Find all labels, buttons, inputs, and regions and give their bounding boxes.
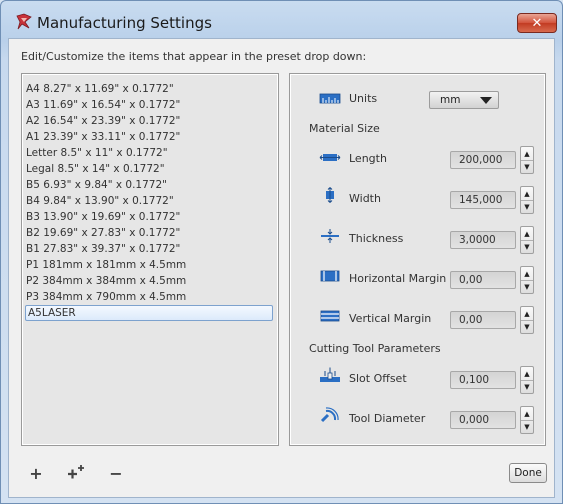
laser-cutter-icon	[15, 13, 33, 31]
thickness-field[interactable]: 3,0000	[450, 231, 516, 249]
increment-icon[interactable]: ▲	[521, 267, 533, 281]
horizontal-margin-stepper[interactable]: ▲ ▼	[520, 266, 534, 294]
length-field[interactable]: 200,000	[450, 151, 516, 169]
units-value: mm	[440, 94, 461, 106]
slot-offset-stepper[interactable]: ▲ ▼	[520, 366, 534, 394]
dialog-body: Edit/Customize the items that appear in …	[8, 38, 555, 498]
dialog-window: Manufacturing Settings ✕ Edit/Customize …	[0, 0, 563, 504]
settings-panel: Units mm Material Size Length 200,000 ▲ …	[289, 73, 546, 446]
vertical-margin-field[interactable]: 0,00	[450, 311, 516, 329]
chevron-down-icon	[480, 97, 492, 104]
material-size-heading: Material Size	[309, 122, 380, 135]
list-item[interactable]: Legal 8.5" x 14" x 0.1772"	[26, 162, 165, 177]
close-icon: ✕	[531, 15, 543, 31]
horizontal-margin-field[interactable]: 0,00	[450, 271, 516, 289]
preset-list[interactable]: A4 8.27" x 11.69" x 0.1772" A3 11.69" x …	[21, 73, 279, 446]
increment-icon[interactable]: ▲	[521, 307, 533, 321]
vertical-margin-icon	[319, 308, 341, 324]
list-item[interactable]: B3 13.90" x 19.69" x 0.1772"	[26, 210, 180, 225]
plus-icon: +	[29, 463, 43, 483]
ruler-icon	[319, 90, 341, 106]
list-item[interactable]: P3 384mm x 790mm x 4.5mm	[26, 290, 186, 305]
decrement-icon[interactable]: ▼	[521, 280, 533, 293]
list-item-selected[interactable]: A5LASER	[25, 305, 273, 321]
tool-diameter-icon	[319, 407, 341, 423]
cutting-tool-heading: Cutting Tool Parameters	[309, 342, 441, 355]
increment-icon[interactable]: ▲	[521, 147, 533, 161]
close-button[interactable]: ✕	[517, 13, 557, 33]
done-button[interactable]: Done	[509, 463, 547, 483]
add-multiple-button[interactable]	[65, 464, 87, 482]
list-item[interactable]: B4 9.84" x 13.90" x 0.1772"	[26, 194, 174, 209]
list-item[interactable]: B2 19.69" x 27.83" x 0.1772"	[26, 226, 180, 241]
width-stepper[interactable]: ▲ ▼	[520, 186, 534, 214]
slot-offset-field[interactable]: 0,100	[450, 371, 516, 389]
slot-offset-label: Slot Offset	[349, 372, 407, 385]
horizontal-margin-label: Horizontal Margin	[349, 272, 447, 285]
decrement-icon[interactable]: ▼	[521, 380, 533, 393]
thickness-stepper[interactable]: ▲ ▼	[520, 226, 534, 254]
increment-icon[interactable]: ▲	[521, 407, 533, 421]
vertical-margin-stepper[interactable]: ▲ ▼	[520, 306, 534, 334]
list-item[interactable]: B5 6.93" x 9.84" x 0.1772"	[26, 178, 167, 193]
increment-icon[interactable]: ▲	[521, 227, 533, 241]
length-arrows-icon	[319, 149, 341, 165]
list-item[interactable]: B1 27.83" x 39.37" x 0.1772"	[26, 242, 180, 257]
list-item[interactable]: A3 11.69" x 16.54" x 0.1772"	[26, 98, 180, 113]
units-label: Units	[349, 92, 378, 105]
length-stepper[interactable]: ▲ ▼	[520, 146, 534, 174]
list-item[interactable]: P1 181mm x 181mm x 4.5mm	[26, 258, 186, 273]
instructions-label: Edit/Customize the items that appear in …	[21, 50, 367, 63]
list-item[interactable]: A4 8.27" x 11.69" x 0.1772"	[26, 82, 174, 97]
decrement-icon[interactable]: ▼	[521, 240, 533, 253]
units-dropdown[interactable]: mm	[429, 91, 499, 109]
horizontal-margin-icon	[319, 268, 341, 284]
thickness-label: Thickness	[349, 232, 404, 245]
minus-icon: −	[109, 463, 123, 483]
decrement-icon[interactable]: ▼	[521, 420, 533, 433]
slot-offset-icon	[319, 367, 341, 383]
list-item[interactable]: A1 23.39" x 33.11" x 0.1772"	[26, 130, 180, 145]
increment-icon[interactable]: ▲	[521, 367, 533, 381]
increment-icon[interactable]: ▲	[521, 187, 533, 201]
thickness-icon	[319, 228, 341, 244]
width-label: Width	[349, 192, 381, 205]
remove-preset-button[interactable]: −	[105, 463, 127, 483]
width-arrows-icon	[319, 187, 341, 203]
length-label: Length	[349, 152, 387, 165]
decrement-icon[interactable]: ▼	[521, 320, 533, 333]
tool-diameter-stepper[interactable]: ▲ ▼	[520, 406, 534, 434]
add-preset-button[interactable]: +	[25, 463, 47, 483]
plus-plus-icon	[65, 463, 87, 484]
window-title: Manufacturing Settings	[37, 14, 212, 32]
list-item[interactable]: A2 16.54" x 23.39" x 0.1772"	[26, 114, 180, 129]
decrement-icon[interactable]: ▼	[521, 160, 533, 173]
title-bar[interactable]: Manufacturing Settings ✕	[1, 1, 562, 39]
vertical-margin-label: Vertical Margin	[349, 312, 432, 325]
list-item[interactable]: P2 384mm x 384mm x 4.5mm	[26, 274, 186, 289]
decrement-icon[interactable]: ▼	[521, 200, 533, 213]
width-field[interactable]: 145,000	[450, 191, 516, 209]
list-item[interactable]: Letter 8.5" x 11" x 0.1772"	[26, 146, 168, 161]
tool-diameter-label: Tool Diameter	[349, 412, 426, 425]
tool-diameter-field[interactable]: 0,000	[450, 411, 516, 429]
